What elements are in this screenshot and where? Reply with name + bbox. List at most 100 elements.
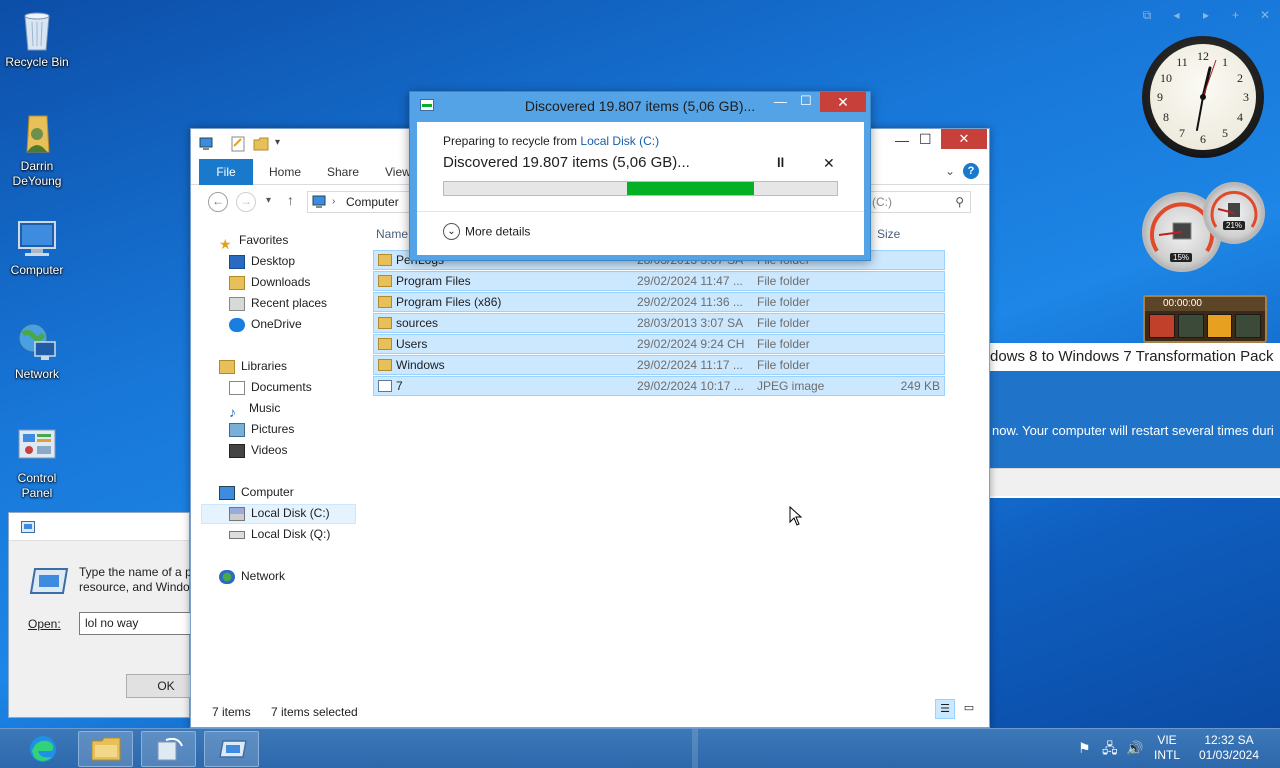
chevron-down-icon: ⌄ <box>443 223 460 240</box>
large-icons-view-icon[interactable]: ▭ <box>959 699 979 719</box>
open-input[interactable]: lol no way <box>79 612 199 635</box>
more-details-toggle[interactable]: ⌄ More details <box>443 223 530 240</box>
taskbar-file-explorer[interactable] <box>78 731 133 767</box>
timer-cell[interactable] <box>1149 314 1175 338</box>
item-count: 7 items <box>212 705 251 719</box>
maximize-icon[interactable]: ☐ <box>800 93 812 109</box>
file-type: JPEG image <box>757 379 825 393</box>
quick-access-dropdown-icon[interactable]: ▾ <box>275 137 280 148</box>
progress-headline: Discovered 19.807 items (5,06 GB)... <box>443 154 690 171</box>
user-folder-icon <box>15 112 59 156</box>
file-list: Name Size PerfLogs 28/03/2013 3:07 SA Fi… <box>371 224 947 699</box>
file-row[interactable]: Windows 29/02/2024 11:17 ... File folder <box>373 355 945 375</box>
nav-local-disk-c[interactable]: Local Disk (C:) <box>229 503 330 523</box>
file-row[interactable]: Users 29/02/2024 9:24 CH File folder <box>373 334 945 354</box>
mouse-cursor-icon <box>789 506 803 526</box>
help-icon[interactable]: ? <box>963 163 979 179</box>
action-center-icon[interactable]: ⚑ <box>1078 741 1091 756</box>
forward-button[interactable]: → <box>236 192 256 212</box>
nav-downloads[interactable]: Downloads <box>229 272 310 292</box>
recycle-bin-icon <box>15 8 59 52</box>
pause-icon[interactable]: ll <box>777 155 784 170</box>
desktop-icon-control-panel[interactable]: Control Panel <box>1 424 73 501</box>
tab-share[interactable]: Share <box>327 159 359 185</box>
new-folder-icon[interactable] <box>253 137 269 151</box>
run-dialog: Type the name of a p resource, and Windo… <box>8 512 206 718</box>
minimize-icon[interactable]: — <box>774 94 787 109</box>
taskbar-run-dialog[interactable] <box>204 731 259 767</box>
source-drive-link[interactable]: Local Disk (C:) <box>580 134 659 148</box>
nav-documents[interactable]: Documents <box>229 377 312 397</box>
timer-cell[interactable] <box>1206 314 1233 338</box>
restore-gadgets-icon[interactable]: ⧉ <box>1138 8 1156 24</box>
search-icon[interactable]: ⚲ <box>955 192 964 212</box>
file-row[interactable]: sources 28/03/2013 3:07 SA File folder <box>373 313 945 333</box>
maximize-icon[interactable]: ☐ <box>919 131 932 148</box>
explorer-close-button[interactable]: ✕ <box>941 129 987 149</box>
volume-icon[interactable]: 🔊 <box>1126 741 1143 756</box>
file-date: 29/02/2024 9:24 CH <box>637 337 745 351</box>
up-icon[interactable]: ↑ <box>287 192 294 208</box>
file-row[interactable]: 7 29/02/2024 10:17 ... JPEG image 249 KB <box>373 376 945 396</box>
file-row[interactable]: Program Files (x86) 29/02/2024 11:36 ...… <box>373 292 945 312</box>
edge-browser-button[interactable] <box>22 733 64 765</box>
desktop-icon-network[interactable]: Network <box>1 320 73 382</box>
folder-icon <box>378 317 392 329</box>
nav-pictures[interactable]: Pictures <box>229 419 294 439</box>
previous-icon[interactable]: ◂ <box>1168 8 1186 24</box>
column-header-name[interactable]: Name <box>376 227 408 241</box>
tab-home[interactable]: Home <box>269 159 301 185</box>
file-name: Program Files (x86) <box>396 295 502 309</box>
details-view-icon[interactable]: ☰ <box>935 699 955 719</box>
recent-locations-icon[interactable]: ▾ <box>266 195 271 206</box>
cancel-icon[interactable]: ✕ <box>823 155 835 172</box>
nav-network[interactable]: Network <box>219 566 285 586</box>
nav-libraries[interactable]: Libraries <box>219 356 287 376</box>
open-label: Open: <box>28 617 61 631</box>
nav-recent-places[interactable]: Recent places <box>229 293 327 313</box>
breadcrumb-computer[interactable]: Computer <box>346 195 399 209</box>
desktop-icon-user-folder[interactable]: Darrin DeYoung <box>1 112 73 189</box>
nav-local-disk-q[interactable]: Local Disk (Q:) <box>229 524 330 544</box>
nav-onedrive[interactable]: OneDrive <box>229 314 302 334</box>
timer-cell[interactable] <box>1235 314 1261 338</box>
search-input[interactable]: (C:) ⚲ <box>867 191 971 213</box>
memory-meter-gadget[interactable]: 21% <box>1203 182 1265 244</box>
add-gadget-icon[interactable]: + <box>1227 8 1245 24</box>
gadget-toolbar: ⧉ ◂ ▸ + ✕ <box>1138 8 1274 24</box>
minimize-icon[interactable]: — <box>895 132 909 148</box>
address-bar[interactable]: › Computer <box>307 191 411 213</box>
stopwatch-gadget[interactable]: 00:00:00 <box>1143 295 1267 343</box>
expand-ribbon-icon[interactable]: ⌄ <box>945 164 955 178</box>
nav-music[interactable]: ♪ Music <box>229 398 280 420</box>
nav-favorites[interactable]: ★ Favorites <box>219 230 288 252</box>
stopwatch-time: 00:00:00 <box>1145 297 1265 311</box>
memory-meter-dial <box>1210 190 1258 228</box>
tab-file[interactable]: File <box>199 159 253 185</box>
next-icon[interactable]: ▸ <box>1197 8 1215 24</box>
system-clock[interactable]: 12:32 SA 01/03/2024 <box>1196 733 1262 763</box>
taskbar-recycle-progress[interactable] <box>141 731 196 767</box>
progress-close-button[interactable]: ✕ <box>820 92 866 112</box>
network-tray-icon[interactable]: 🖧 <box>1102 741 1118 756</box>
timer-cell[interactable] <box>1177 314 1204 338</box>
desktop-icon-recycle-bin[interactable]: Recycle Bin <box>1 8 73 70</box>
file-row[interactable]: Program Files 29/02/2024 11:47 ... File … <box>373 271 945 291</box>
tab-view[interactable]: View <box>385 159 411 185</box>
file-name: Program Files <box>396 274 471 288</box>
image-file-icon <box>378 380 392 392</box>
file-type: File folder <box>757 337 810 351</box>
nav-videos[interactable]: Videos <box>229 440 287 460</box>
clock-face: 12 1 2 3 4 5 6 7 8 9 10 11 <box>1150 44 1256 150</box>
clock-gadget[interactable]: 12 1 2 3 4 5 6 7 8 9 10 11 <box>1142 36 1264 158</box>
run-large-icon <box>29 568 69 594</box>
nav-computer[interactable]: Computer <box>219 482 294 502</box>
properties-icon[interactable] <box>231 136 245 152</box>
back-button[interactable]: ← <box>208 192 228 212</box>
music-icon: ♪ <box>229 403 236 420</box>
desktop-icon-computer[interactable]: Computer <box>1 216 73 278</box>
nav-desktop[interactable]: Desktop <box>229 251 295 271</box>
input-language-indicator[interactable]: VIE INTL <box>1150 733 1184 763</box>
column-header-size[interactable]: Size <box>877 227 900 241</box>
close-gadgets-icon[interactable]: ✕ <box>1256 8 1274 24</box>
